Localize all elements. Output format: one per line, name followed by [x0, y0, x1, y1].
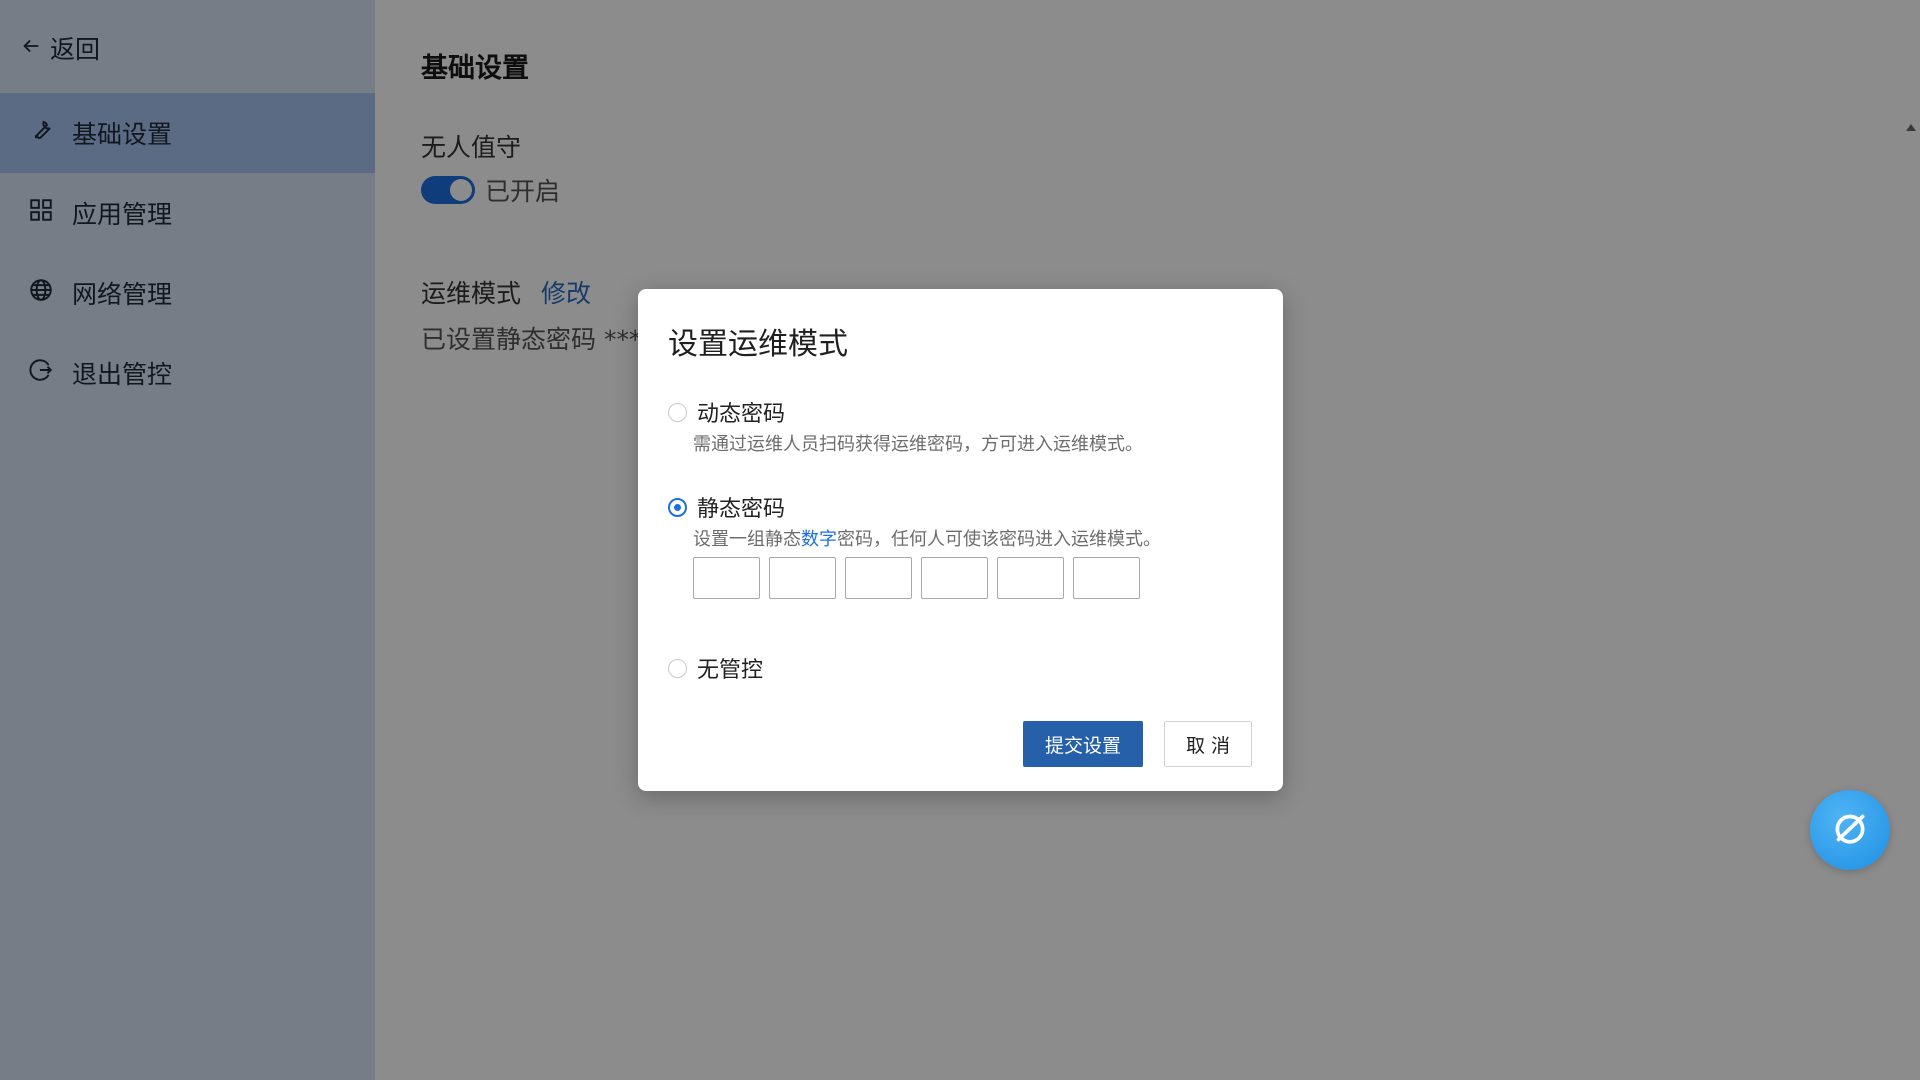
pin-input-row	[693, 557, 1140, 599]
ops-mode-dialog: 设置运维模式 动态密码 需通过运维人员扫码获得运维密码，方可进入运维模式。 静态…	[638, 289, 1283, 791]
radio-dynamic-password[interactable]	[668, 402, 687, 422]
assistant-float-button[interactable]	[1810, 790, 1890, 870]
pin-digit-input[interactable]	[997, 557, 1064, 599]
option-label: 动态密码	[697, 402, 786, 427]
submit-button[interactable]: 提交设置	[1023, 721, 1143, 767]
option-label: 静态密码	[697, 497, 786, 522]
option-description: 设置一组静态数字密码，任何人可使该密码进入运维模式。	[693, 525, 1161, 551]
app-root: 返回 基础设置 应用管理 网络管理 退出管控 基础设置 无人值守 已开启 运维模…	[0, 0, 1920, 1080]
radio-static-password[interactable]	[668, 497, 687, 517]
radio-no-control[interactable]	[668, 658, 687, 678]
dialog-title: 设置运维模式	[668, 327, 848, 362]
desc-highlight: 数字	[801, 529, 837, 550]
desc-text: 密码，任何人可使该密码进入运维模式。	[837, 529, 1161, 550]
pin-digit-input[interactable]	[693, 557, 760, 599]
pin-digit-input[interactable]	[845, 557, 912, 599]
option-description: 需通过运维人员扫码获得运维密码，方可进入运维模式。	[693, 434, 1143, 455]
cancel-button[interactable]: 取 消	[1164, 721, 1252, 767]
assistant-icon	[1827, 805, 1873, 855]
option-dynamic-password[interactable]: 动态密码	[668, 396, 785, 428]
option-label: 无管控	[697, 658, 764, 683]
pin-digit-input[interactable]	[921, 557, 988, 599]
pin-digit-input[interactable]	[1073, 557, 1140, 599]
option-static-password[interactable]: 静态密码	[668, 491, 785, 523]
desc-text: 设置一组静态	[693, 529, 801, 550]
pin-digit-input[interactable]	[769, 557, 836, 599]
option-no-control[interactable]: 无管控	[668, 652, 763, 684]
